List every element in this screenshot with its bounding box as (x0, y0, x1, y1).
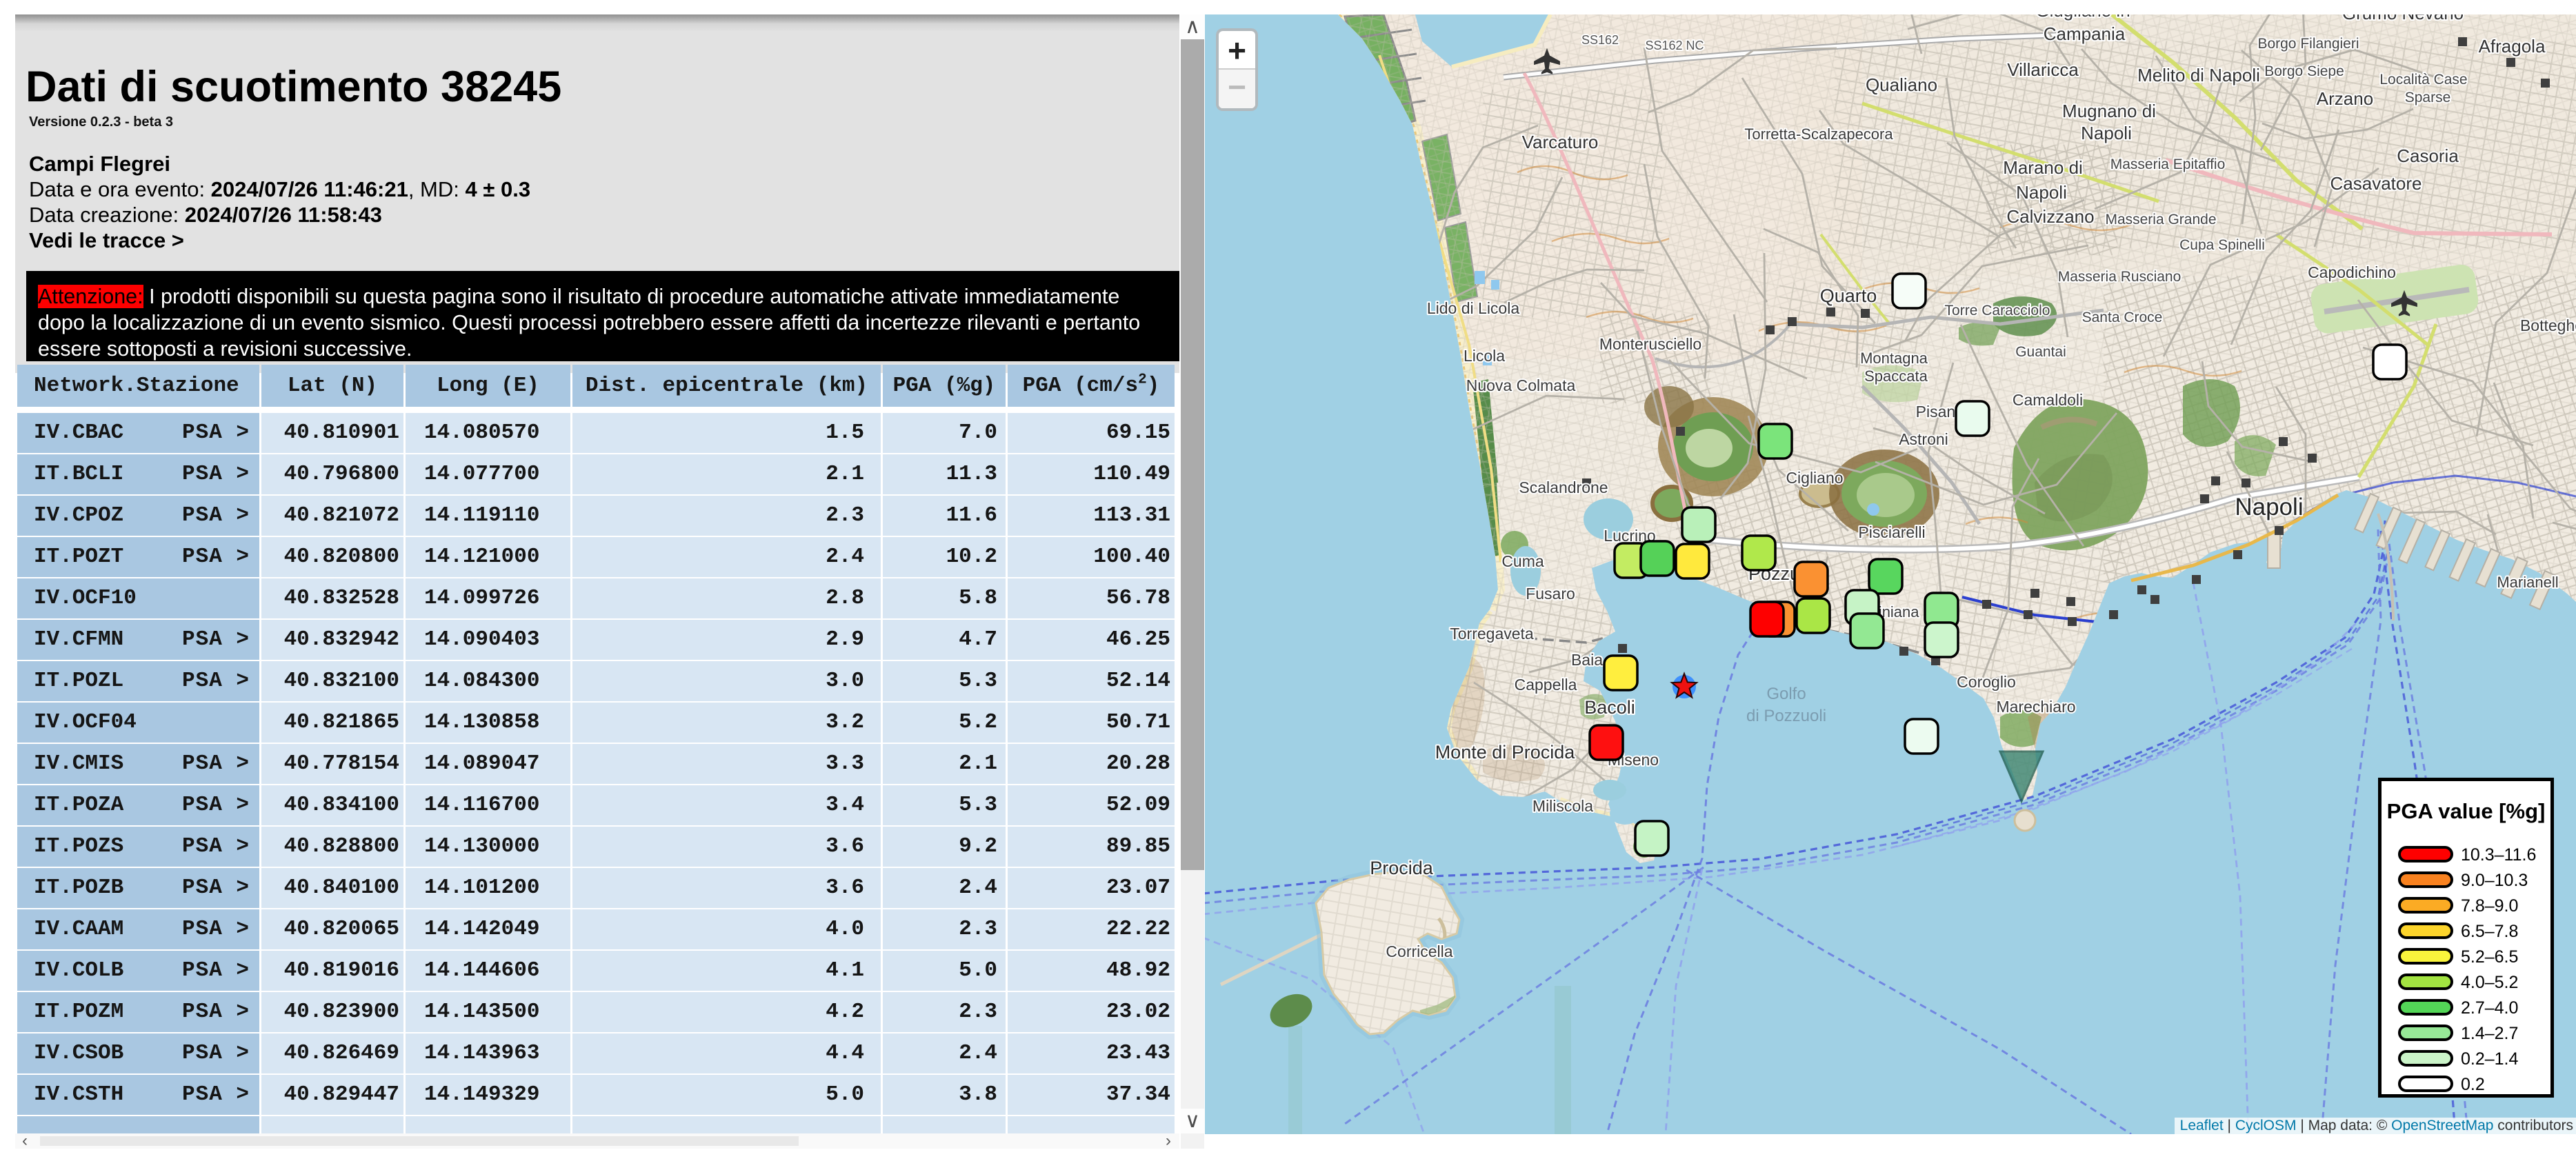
svg-text:Arzano: Arzano (2317, 88, 2373, 109)
svg-text:Masseria Grande: Masseria Grande (2105, 212, 2216, 228)
svg-text:SS162 NC: SS162 NC (1645, 39, 1704, 52)
svg-text:Nuova Colmata: Nuova Colmata (1466, 376, 1576, 394)
svg-text:Monte di Procida: Monte di Procida (1435, 742, 1576, 763)
svg-text:Scalandrone: Scalandrone (1519, 478, 1608, 496)
svg-text:Marianell: Marianell (2497, 574, 2558, 591)
svg-text:Pisciarelli: Pisciarelli (1858, 523, 1925, 541)
svg-text:Bacoli: Bacoli (1584, 697, 1635, 718)
svg-text:Qualiano: Qualiano (1866, 74, 1937, 95)
svg-text:Mugnano di: Mugnano di (2062, 101, 2156, 121)
svg-text:Giugliano in: Giugliano in (2035, 14, 2130, 21)
svg-text:Corricella: Corricella (1386, 942, 1452, 960)
svg-text:di Pozzuoli: di Pozzuoli (1746, 707, 1826, 725)
svg-text:Località Case: Località Case (2379, 72, 2467, 88)
svg-text:Astroni: Astroni (1899, 430, 1948, 448)
svg-text:Casavatore: Casavatore (2330, 173, 2422, 194)
svg-text:Napoli: Napoli (2016, 182, 2067, 203)
svg-text:Santa Croce: Santa Croce (2082, 310, 2163, 325)
svg-text:Napoli: Napoli (2081, 123, 2132, 143)
svg-text:Casoria: Casoria (2397, 145, 2459, 166)
svg-text:Miliscola: Miliscola (1532, 797, 1593, 815)
svg-text:Camaldoli: Camaldoli (2013, 391, 2083, 409)
svg-text:Capodichino: Capodichino (2308, 263, 2396, 281)
svg-text:Spaccata: Spaccata (1864, 367, 1928, 385)
svg-text:Cigliano: Cigliano (1786, 469, 1843, 487)
svg-text:Torre Caracciolo: Torre Caracciolo (1945, 303, 2050, 319)
svg-text:Napoli: Napoli (2235, 494, 2303, 521)
svg-text:Torretta-Scalzapecora: Torretta-Scalzapecora (1744, 125, 1893, 143)
svg-text:Guantai: Guantai (2015, 344, 2066, 360)
svg-text:Golfo: Golfo (1766, 685, 1806, 703)
svg-text:Lido di Licola: Lido di Licola (1427, 299, 1519, 317)
svg-text:Coroglio: Coroglio (1957, 673, 2016, 691)
svg-text:Baia: Baia (1571, 651, 1603, 669)
svg-text:Marechiaro: Marechiaro (1996, 698, 2075, 716)
svg-text:Cuma: Cuma (1501, 552, 1544, 570)
svg-text:Licola: Licola (1464, 347, 1505, 365)
svg-text:Fusaro: Fusaro (1526, 585, 1575, 603)
svg-text:Botteghe: Botteghe (2520, 316, 2576, 334)
svg-text:Marano di: Marano di (2003, 157, 2083, 178)
svg-text:Borgo Filangieri: Borgo Filangieri (2257, 36, 2359, 52)
svg-text:Procida: Procida (1370, 858, 1434, 878)
svg-text:SS162: SS162 (1581, 33, 1619, 47)
svg-text:Cappella: Cappella (1515, 676, 1577, 694)
svg-text:Afragola: Afragola (2479, 36, 2546, 57)
svg-text:Calvizzano: Calvizzano (2006, 206, 2094, 227)
svg-text:Grumo Nevano: Grumo Nevano (2342, 14, 2464, 23)
svg-text:Masseria Epitaffio: Masseria Epitaffio (2110, 157, 2226, 172)
svg-text:Campania: Campania (2044, 23, 2126, 44)
svg-text:Pisani: Pisani (1916, 403, 1959, 421)
svg-text:Sparse: Sparse (2405, 90, 2451, 105)
svg-text:Borgo Siepe: Borgo Siepe (2264, 63, 2344, 79)
svg-text:Melito di Napoli: Melito di Napoli (2137, 65, 2260, 85)
svg-text:Monterusciello: Monterusciello (1599, 335, 1701, 353)
svg-text:Quarto: Quarto (1820, 285, 1877, 306)
svg-text:Torregaveta: Torregaveta (1450, 625, 1534, 643)
svg-text:Varcaturo: Varcaturo (1522, 132, 1599, 152)
svg-text:Cupa Spinelli: Cupa Spinelli (2179, 237, 2265, 253)
svg-text:Montagna: Montagna (1860, 350, 1928, 367)
svg-text:Masseria Rusciano: Masseria Rusciano (2058, 269, 2181, 285)
svg-text:Villaricca: Villaricca (2007, 59, 2079, 80)
